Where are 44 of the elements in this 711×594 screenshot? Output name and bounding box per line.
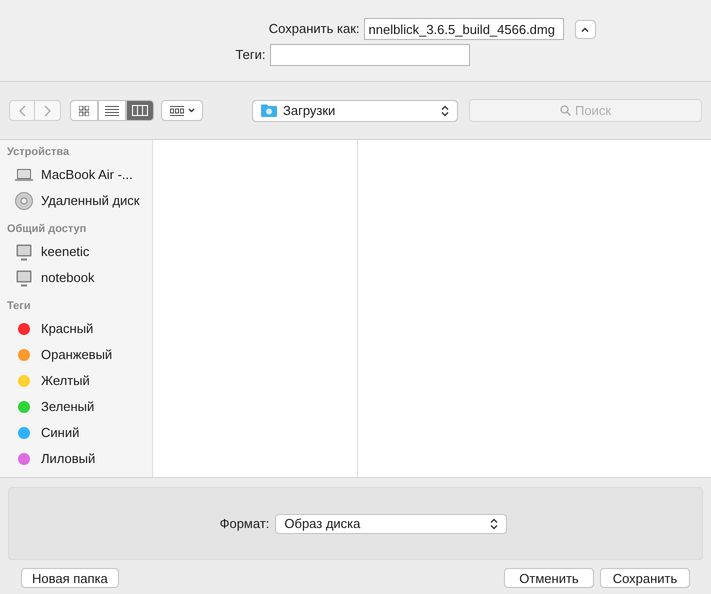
grid-icon xyxy=(79,106,89,116)
sidebar-item[interactable]: Красный xyxy=(0,316,152,342)
location-popup[interactable]: Загрузки xyxy=(252,100,458,122)
sidebar-heading: Общий доступ xyxy=(6,222,88,237)
chevron-right-icon xyxy=(44,104,51,116)
list-icon xyxy=(105,106,119,116)
tags-field[interactable] xyxy=(270,44,470,66)
sidebar-item[interactable]: MacBook Air -... xyxy=(0,162,152,188)
disc-icon xyxy=(15,192,33,210)
dialog-button[interactable]: Новая папка xyxy=(21,568,119,588)
dialog-button[interactable]: Отменить xyxy=(504,568,594,588)
sidebar-item[interactable]: notebook xyxy=(0,265,152,291)
monitor-icon xyxy=(16,244,32,260)
updown-arrows-icon xyxy=(490,518,498,530)
chevron-up-icon xyxy=(581,26,589,32)
expand-button[interactable] xyxy=(574,20,596,38)
view-mode-button[interactable] xyxy=(126,100,154,121)
arrange-button[interactable] xyxy=(161,100,203,121)
format-popup[interactable]: Образ диска xyxy=(275,514,508,534)
save-as-label: Сохранить как: xyxy=(268,20,360,38)
caret-icon xyxy=(188,108,194,113)
filename-field[interactable]: nnelblick_3.6.5_build_4566.dmg xyxy=(364,18,564,40)
columns-icon xyxy=(132,105,148,116)
folder-icon xyxy=(261,104,277,117)
sidebar-item[interactable]: keenetic xyxy=(0,239,152,265)
view-mode-button[interactable] xyxy=(70,100,98,121)
view-mode-button[interactable] xyxy=(98,100,126,121)
updown-arrows-icon xyxy=(441,104,449,116)
sidebar-heading: Теги xyxy=(6,298,32,314)
monitor-icon xyxy=(16,270,32,286)
sidebar-item[interactable]: Желтый xyxy=(0,368,152,394)
tags-label: Теги: xyxy=(234,46,266,64)
chevron-left-icon xyxy=(18,104,26,116)
search-icon xyxy=(560,105,571,116)
dialog-button[interactable]: Сохранить xyxy=(600,568,690,588)
format-label: Формат: xyxy=(220,514,270,533)
sidebar-item[interactable]: Лиловый xyxy=(0,446,152,472)
arrange-icon xyxy=(170,106,184,116)
laptop-icon xyxy=(15,169,33,181)
sidebar-item[interactable]: Зеленый xyxy=(0,394,152,420)
sidebar-item[interactable]: Удаленный диск xyxy=(0,188,152,214)
sidebar-item[interactable]: Синий xyxy=(0,420,152,446)
sidebar-item[interactable]: Оранжевый xyxy=(0,342,152,368)
sidebar-heading: Устройства xyxy=(6,144,70,160)
